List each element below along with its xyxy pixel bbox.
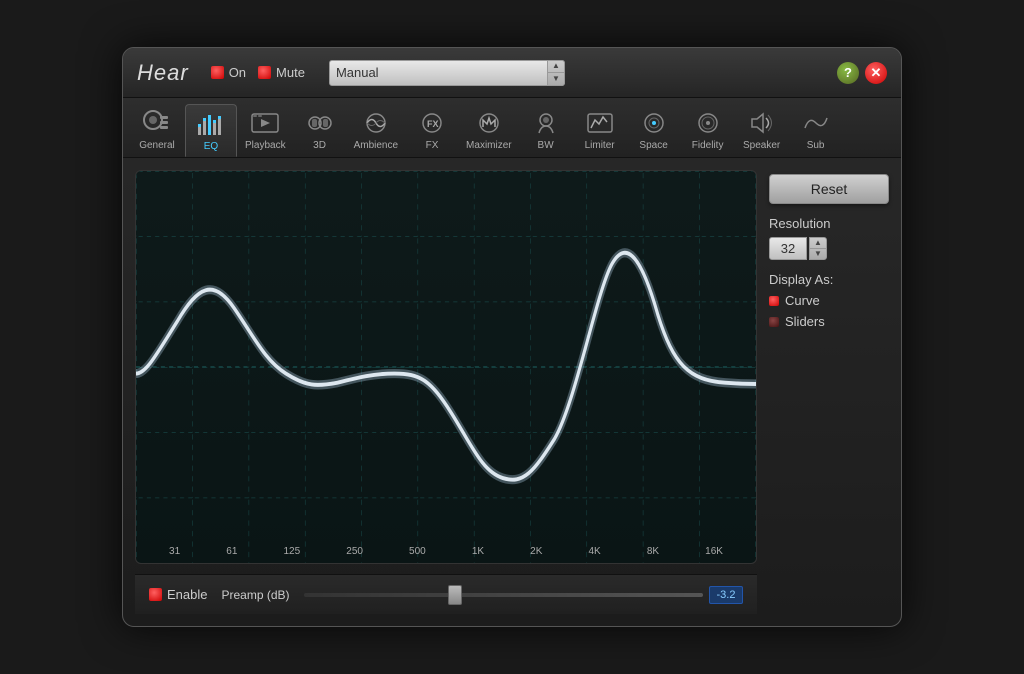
freq-label-250: 250 — [346, 546, 363, 557]
tab-fx-label: FX — [426, 140, 439, 151]
resolution-value: 32 — [769, 237, 807, 260]
tab-ambience[interactable]: Ambience — [348, 104, 404, 157]
sub-icon — [799, 108, 833, 138]
freq-label-500: 500 — [409, 546, 426, 557]
on-label: On — [229, 65, 246, 80]
preset-arrow-up[interactable]: ▲ — [548, 61, 564, 74]
curve-radio — [769, 296, 779, 306]
main-content: 31 61 125 250 500 1K 2K 4K 8K 16K Enable — [123, 158, 901, 626]
tab-fidelity-label: Fidelity — [692, 140, 724, 151]
freq-label-8k: 8K — [647, 546, 659, 557]
help-button[interactable]: ? — [837, 62, 859, 84]
tab-speaker[interactable]: Speaker — [736, 104, 788, 157]
tab-maximizer-label: Maximizer — [466, 140, 512, 151]
tab-playback[interactable]: Playback — [239, 104, 292, 157]
speaker-icon — [745, 108, 779, 138]
tab-3d[interactable]: 3D — [294, 104, 346, 157]
enable-indicator — [149, 588, 162, 601]
tab-general[interactable]: General — [131, 104, 183, 157]
general-icon — [140, 108, 174, 138]
resolution-spin-down[interactable]: ▼ — [810, 249, 826, 259]
on-button[interactable]: On — [211, 65, 246, 80]
tab-speaker-label: Speaker — [743, 140, 780, 151]
tab-fx[interactable]: FX FX — [406, 104, 458, 157]
display-as-label: Display As: — [769, 272, 889, 287]
preset-arrows[interactable]: ▲ ▼ — [547, 60, 565, 86]
fidelity-icon — [691, 108, 725, 138]
bottom-bar: Enable Preamp (dB) -3.2 — [135, 574, 757, 614]
resolution-label: Resolution — [769, 216, 889, 231]
close-button[interactable]: ✕ — [865, 62, 887, 84]
display-curve-label: Curve — [785, 293, 820, 308]
enable-label: Enable — [167, 587, 207, 602]
svg-text:FX: FX — [427, 119, 439, 129]
app-window: Hear On Mute Manual Flat Rock Jazz Class… — [122, 47, 902, 627]
eq-curve-svg — [136, 171, 756, 563]
preamp-value: -3.2 — [709, 586, 743, 604]
tab-3d-label: 3D — [313, 140, 326, 151]
display-curve-option[interactable]: Curve — [769, 293, 889, 308]
bw-icon — [529, 108, 563, 138]
tab-limiter-label: Limiter — [585, 140, 615, 151]
header-icons: ? ✕ — [837, 62, 887, 84]
preamp-wrapper: Preamp (dB) -3.2 — [221, 586, 743, 604]
mute-button[interactable]: Mute — [258, 65, 305, 80]
preset-arrow-down[interactable]: ▼ — [548, 73, 564, 85]
freq-label-125: 125 — [283, 546, 300, 557]
tab-sub[interactable]: Sub — [790, 104, 842, 157]
tab-eq-label: EQ — [204, 141, 218, 152]
display-as-section: Display As: Curve Sliders — [769, 272, 889, 329]
mute-label: Mute — [276, 65, 305, 80]
on-indicator — [211, 66, 224, 79]
display-sliders-label: Sliders — [785, 314, 825, 329]
eq-area: 31 61 125 250 500 1K 2K 4K 8K 16K Enable — [135, 170, 757, 614]
resolution-input-wrapper: 32 ▲ ▼ — [769, 237, 889, 260]
freq-label-61: 61 — [226, 546, 237, 557]
preset-wrapper: Manual Flat Rock Jazz Classical ▲ ▼ — [317, 60, 565, 86]
header: Hear On Mute Manual Flat Rock Jazz Class… — [123, 48, 901, 98]
tab-eq[interactable]: EQ — [185, 104, 237, 157]
space-icon — [637, 108, 671, 138]
mute-indicator — [258, 66, 271, 79]
app-title: Hear — [137, 60, 189, 86]
tab-bw-label: BW — [538, 140, 554, 151]
playback-icon — [248, 108, 282, 138]
limiter-icon — [583, 108, 617, 138]
3d-icon — [303, 108, 337, 138]
ambience-icon — [359, 108, 393, 138]
resolution-spin[interactable]: ▲ ▼ — [809, 237, 827, 260]
tab-bw[interactable]: BW — [520, 104, 572, 157]
freq-label-31: 31 — [169, 546, 180, 557]
resolution-section: Resolution 32 ▲ ▼ — [769, 216, 889, 260]
enable-button[interactable]: Enable — [149, 587, 207, 602]
display-sliders-option[interactable]: Sliders — [769, 314, 889, 329]
eq-graph[interactable]: 31 61 125 250 500 1K 2K 4K 8K 16K — [135, 170, 757, 564]
sliders-radio — [769, 317, 779, 327]
tab-maximizer[interactable]: Maximizer — [460, 104, 518, 157]
reset-button[interactable]: Reset — [769, 174, 889, 204]
preset-select[interactable]: Manual Flat Rock Jazz Classical — [329, 60, 565, 86]
tab-space[interactable]: Space — [628, 104, 680, 157]
maximizer-icon — [472, 108, 506, 138]
fx-icon: FX — [415, 108, 449, 138]
tab-sub-label: Sub — [807, 140, 825, 151]
sidebar: Reset Resolution 32 ▲ ▼ Display As: Curv… — [769, 170, 889, 614]
preamp-label: Preamp (dB) — [221, 588, 289, 602]
tab-space-label: Space — [639, 140, 667, 151]
preamp-slider[interactable] — [304, 593, 703, 597]
freq-label-16k: 16K — [705, 546, 723, 557]
tab-ambience-label: Ambience — [354, 140, 398, 151]
tab-limiter[interactable]: Limiter — [574, 104, 626, 157]
eq-icon — [194, 109, 228, 139]
resolution-spin-up[interactable]: ▲ — [810, 238, 826, 249]
freq-label-2k: 2K — [530, 546, 542, 557]
tabs-bar: General EQ — [123, 98, 901, 158]
tab-playback-label: Playback — [245, 140, 286, 151]
tab-general-label: General — [139, 140, 175, 151]
freq-label-4k: 4K — [588, 546, 600, 557]
tab-fidelity[interactable]: Fidelity — [682, 104, 734, 157]
freq-label-1k: 1K — [472, 546, 484, 557]
